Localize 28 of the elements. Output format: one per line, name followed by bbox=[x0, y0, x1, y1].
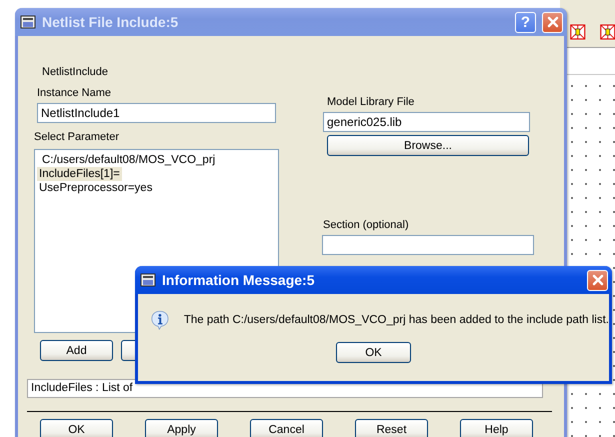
app-icon bbox=[140, 272, 156, 288]
dialog-button[interactable]: Apply bbox=[145, 419, 218, 437]
field-label: Instance Name bbox=[37, 87, 112, 100]
component-icon[interactable] bbox=[600, 22, 615, 42]
add-button[interactable]: Add bbox=[40, 340, 113, 361]
list-item[interactable]: IncludeFiles[1]= bbox=[37, 167, 122, 181]
dialog-button[interactable]: OK bbox=[40, 419, 113, 437]
field-label: Select Parameter bbox=[34, 131, 120, 144]
field-label: Model Library File bbox=[327, 96, 416, 109]
close-button[interactable] bbox=[542, 12, 563, 32]
list-item[interactable]: UsePreprocessor=yes bbox=[37, 181, 154, 195]
app-icon bbox=[20, 14, 36, 30]
instance-name-field[interactable]: NetlistInclude1 bbox=[37, 103, 276, 123]
model-library-field[interactable]: generic025.lib bbox=[323, 112, 530, 132]
browse-button[interactable]: Browse... bbox=[327, 135, 529, 156]
component-name: NetlistInclude bbox=[42, 66, 110, 79]
ok-button[interactable]: OK bbox=[336, 342, 411, 363]
dialog-button[interactable]: Help bbox=[460, 419, 533, 437]
section-field[interactable] bbox=[322, 235, 534, 255]
dialog-button[interactable]: Cancel bbox=[250, 419, 323, 437]
dialog-button[interactable]: Reset bbox=[355, 419, 428, 437]
window-title: Netlist File Include:5 bbox=[42, 14, 180, 30]
close-icon bbox=[592, 274, 604, 286]
field-label: Section (optional) bbox=[323, 219, 410, 232]
close-icon bbox=[546, 16, 558, 28]
list-item[interactable]: C:/users/default08/MOS_VCO_prj bbox=[40, 153, 218, 167]
close-button[interactable] bbox=[587, 270, 608, 290]
component-icon[interactable] bbox=[570, 22, 586, 42]
